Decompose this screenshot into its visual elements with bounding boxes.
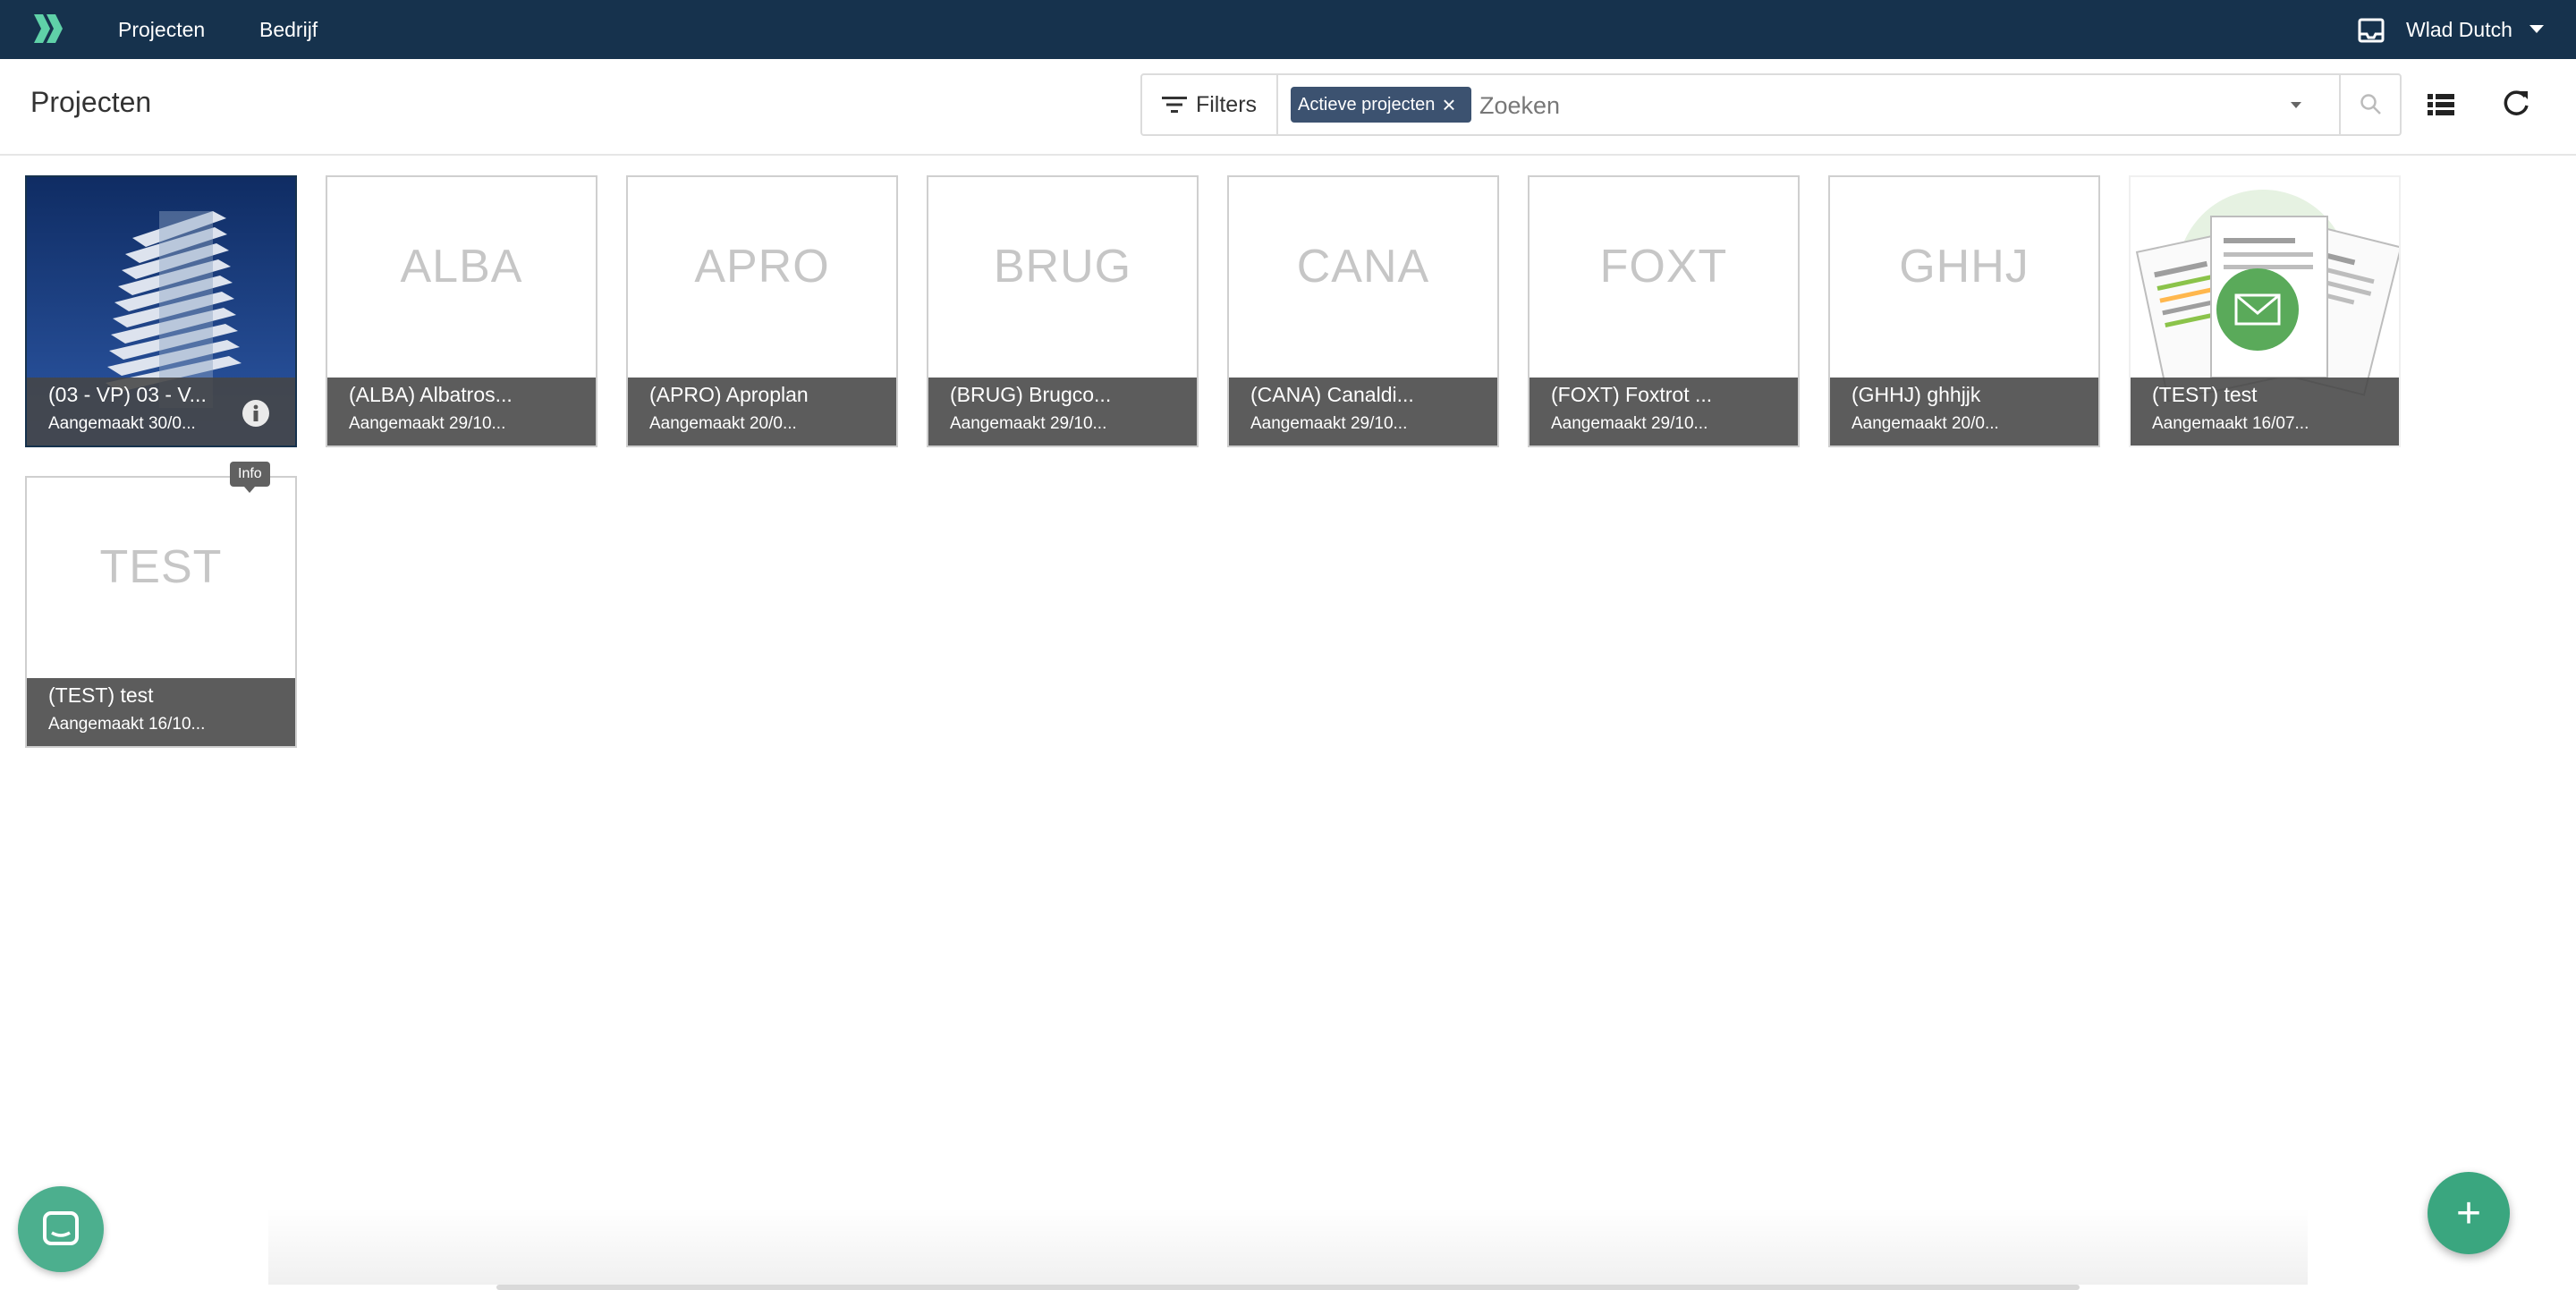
logo-double-chevron-icon[interactable] [30,13,66,45]
project-date: Aangemaakt 29/10... [1551,414,1708,433]
project-code: TEST [99,541,223,593]
project-code: ALBA [400,241,523,293]
project-card[interactable]: ALBA (ALBA) Albatros... Aangemaakt 29/10… [326,175,597,447]
project-code: GHHJ [1899,241,2029,293]
project-date: Aangemaakt 16/10... [48,715,206,734]
project-date: Aangemaakt 29/10... [349,414,506,433]
project-grid: (03 - VP) 03 - V... Aangemaakt 30/0... A… [0,154,2576,1227]
project-date: Aangemaakt 30/0... [48,414,196,433]
project-name: (BRUG) Brugco... [950,383,1112,406]
search-input[interactable] [1478,82,2250,129]
toolbar: Projecten Filters Actieve projecten × [0,59,2576,156]
card-footer: (APRO) Aproplan Aangemaakt 20/0... [628,378,896,446]
bottom-shadow [268,1208,2308,1285]
project-name: (ALBA) Albatros... [349,383,513,406]
search-icon [2360,94,2381,115]
close-icon[interactable]: × [1442,93,1455,116]
project-card[interactable]: CANA (CANA) Canaldi... Aangemaakt 29/10.… [1227,175,1499,447]
search-button[interactable] [2339,75,2402,134]
project-name: (FOXT) Foxtrot ... [1551,383,1713,406]
chevron-down-icon[interactable] [2291,102,2301,108]
project-code: FOXT [1599,241,1728,293]
project-code: APRO [694,241,830,293]
nav-item-projecten[interactable]: Projecten [118,0,205,59]
filters-label: Filters [1195,91,1258,117]
top-navbar: Projecten Bedrijf Wlad Dutch [0,0,2576,59]
project-name: (APRO) Aproplan [649,383,809,406]
card-footer: (GHHJ) ghhjjk Aangemaakt 20/0... [1830,378,2098,446]
card-footer: (TEST) test Aangemaakt 16/07... [2131,378,2399,446]
chevron-down-icon[interactable] [2529,25,2544,33]
info-tooltip: Info [230,462,270,493]
filter-icon [1161,97,1187,113]
chat-launcher-button[interactable] [18,1186,104,1272]
nav-item-bedrijf[interactable]: Bedrijf [259,0,318,59]
card-footer: (ALBA) Albatros... Aangemaakt 29/10... [327,378,596,446]
project-card[interactable]: (03 - VP) 03 - V... Aangemaakt 30/0... [25,175,297,447]
project-name: (CANA) Canaldi... [1250,383,1414,406]
project-name: (TEST) test [2152,383,2258,406]
project-card[interactable]: GHHJ (GHHJ) ghhjjk Aangemaakt 20/0... [1828,175,2100,447]
refresh-icon[interactable] [2500,88,2532,120]
project-name: (03 - VP) 03 - V... [48,383,207,406]
project-date: Aangemaakt 16/07... [2152,414,2309,433]
user-menu[interactable]: Wlad Dutch [2406,0,2512,59]
filters-button[interactable]: Filters [1142,75,1278,134]
project-card[interactable]: APRO (APRO) Aproplan Aangemaakt 20/0... [626,175,898,447]
project-card[interactable]: BRUG (BRUG) Brugco... Aangemaakt 29/10..… [927,175,1199,447]
list-view-icon[interactable] [2426,89,2456,120]
card-footer: (TEST) test Aangemaakt 16/10... [27,678,295,746]
project-card[interactable]: TEST (TEST) test Aangemaakt 16/10... [25,476,297,748]
project-card[interactable]: (TEST) test Aangemaakt 16/07... [2129,175,2401,447]
project-card[interactable]: FOXT (FOXT) Foxtrot ... Aangemaakt 29/10… [1528,175,1800,447]
project-date: Aangemaakt 29/10... [1250,414,1408,433]
search-bar: Filters Actieve projecten × [1140,73,2402,136]
project-name: (GHHJ) ghhjjk [1852,383,1981,406]
inbox-icon[interactable] [2358,18,2385,43]
filter-chip-active-projects: Actieve projecten × [1291,87,1471,123]
plus-icon: + [2455,1189,2482,1237]
project-code: CANA [1296,241,1430,293]
card-footer: (CANA) Canaldi... Aangemaakt 29/10... [1229,378,1497,446]
chip-label: Actieve projecten [1298,94,1436,115]
horizontal-scrollbar[interactable] [496,1285,2080,1290]
page-title: Projecten [30,86,152,118]
project-date: Aangemaakt 20/0... [1852,414,1999,433]
project-name: (TEST) test [48,683,154,707]
chat-icon [43,1211,79,1245]
card-footer: (BRUG) Brugco... Aangemaakt 29/10... [928,378,1197,446]
info-icon[interactable] [242,399,270,428]
project-date: Aangemaakt 20/0... [649,414,797,433]
card-footer: (FOXT) Foxtrot ... Aangemaakt 29/10... [1530,378,1798,446]
add-project-button[interactable]: + [2428,1172,2510,1254]
project-code: BRUG [993,241,1132,293]
project-date: Aangemaakt 29/10... [950,414,1107,433]
